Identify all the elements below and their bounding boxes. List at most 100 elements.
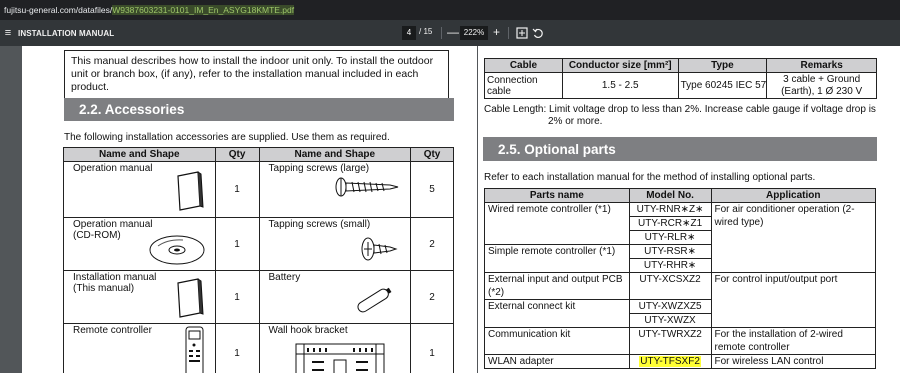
note-box: This manual describes how to install the… [64,50,449,99]
section-header: 2.2. Accessories [64,98,454,121]
accessories-table: Name and Shape Qty Name and Shape Qty Op… [63,147,454,373]
zoom-level-input[interactable]: 222% [460,26,488,40]
column-header: Type [677,58,768,73]
cable-remarks: 3 cable + Ground (Earth), 1 Ø 230 V [766,72,877,99]
toolbar-divider [441,27,442,39]
cable-name: Connection cable [484,72,563,99]
url-host: fujitsu-general.com/datafiles/ [4,5,113,15]
cable-table: Cable Conductor size [mm²] Type Remarks … [484,58,877,99]
pdf-toolbar: ≡ INSTALLATION MANUAL 4 / 15 — 222% + [0,20,900,46]
cable-length-note: Cable Length: Limit voltage drop to less… [484,104,876,127]
table-row: Operation manual (CD-ROM) 1 Tapping scre… [63,217,454,271]
qty-cell: 1 [214,217,260,271]
manual-booklet-drawing [177,278,204,318]
menu-icon[interactable]: ≡ [0,27,16,39]
model-number: UTY-XWZXZ5 [628,299,712,314]
qty-cell: 1 [214,161,260,218]
fit-page-icon[interactable] [516,27,528,39]
model-number: UTY-RNR∗Z∗ [628,202,712,217]
column-header: Application [710,188,876,203]
part-name: External connect kit [484,299,630,328]
column-header: Name and Shape [258,147,412,162]
table-row: Communication kit UTY-TWRXZ2 For the ins… [484,327,876,355]
column-header: Name and Shape [63,147,216,162]
optional-parts-intro: Refer to each installation manual for th… [484,172,816,183]
accessory-cell: Installation manual (This manual) [63,270,216,324]
application: For air conditioner operation (2-wired t… [710,202,876,273]
application: For control input/output port [710,272,876,328]
url-selected: W9387603231-0101_IM_En_ASYG18KMTE.pdf [112,5,295,15]
toolbar-divider [508,27,509,39]
conductor-size: 1.5 - 2.5 [561,72,679,99]
table-row: Remote controller 1 Wall hook bracket 1 [63,323,454,373]
qty-cell: 1 [214,323,260,373]
qty-cell: 1 [410,323,454,373]
model-number: UTY-RSR∗ [628,244,712,259]
part-name: External input and output PCB (*2) [484,272,630,300]
accessory-cell: Wall hook bracket [258,323,412,373]
address-bar[interactable]: fujitsu-general.com/datafiles/W938760323… [0,0,900,20]
table-row: Installation manual (This manual) 1 Batt… [63,270,454,324]
battery-drawing [356,287,391,313]
accessory-cell: Operation manual (CD-ROM) [63,217,216,271]
accessory-name: Tapping screws (large) [268,163,370,174]
section-header: 2.5. Optional parts [483,137,877,161]
part-name: WLAN adapter [484,354,630,369]
table-row: External input and output PCB (*2) UTY-X… [484,272,876,328]
qty-cell: 1 [214,270,260,324]
page-total: / 15 [419,27,433,36]
rotate-icon[interactable] [532,27,544,39]
accessory-name: Tapping screws (small) [268,219,371,230]
qty-cell: 5 [410,161,454,218]
accessory-cell: Remote controller [63,323,216,373]
part-name: Simple remote controller (*1) [484,244,630,273]
column-header: Qty [410,147,454,162]
column-header: Conductor size [mm²] [561,58,679,73]
accessory-cell: Tapping screws (small) [258,217,412,271]
pdf-page-right: Cable Conductor size [mm²] Type Remarks … [478,46,900,373]
small-screw-drawing [361,237,398,261]
column-header: Remarks [766,58,877,73]
accessory-cell: Battery [258,270,412,324]
zoom-out-button[interactable]: — [447,25,459,40]
model-number: UTY-RCR∗Z1 [628,216,712,231]
model-number: UTY-XWZX [628,313,712,328]
qty-cell: 2 [410,217,454,271]
accessory-name: Wall hook bracket [268,325,348,336]
remote-controller-drawing [185,326,204,373]
page-number-input[interactable]: 4 [402,26,416,40]
qty-cell: 2 [410,270,454,324]
accessory-cell: Tapping screws (large) [258,161,412,218]
model-number: UTY-XCSXZ2 [628,272,712,300]
accessory-name: Battery [268,272,301,283]
optional-parts-table: Parts name Model No. Application Wired r… [484,188,876,369]
pdf-page-left: This manual describes how to install the… [22,46,477,373]
search-highlight: UTY-TFSXF2 [639,356,701,367]
column-header: Cable [484,58,563,73]
cd-rom-drawing [149,235,205,265]
large-screw-drawing [335,177,398,197]
column-header: Qty [214,147,260,162]
part-name: Wired remote controller (*1) [484,202,630,245]
cable-type: Type 60245 IEC 57 [677,72,768,99]
part-name: Communication kit [484,327,630,355]
model-number: UTY-TFSXF2 [628,354,712,369]
document-title: INSTALLATION MANUAL [18,28,115,38]
model-number: UTY-RLR∗ [628,230,712,245]
table-header-row: Name and Shape Qty Name and Shape Qty [63,147,454,162]
model-number: UTY-TWRXZ2 [628,327,712,355]
table-row: WLAN adapter UTY-TFSXF2 For wireless LAN… [484,354,876,369]
column-header: Model No. [628,188,712,203]
table-row: Connection cable 1.5 - 2.5 Type 60245 IE… [484,72,877,99]
application: For the installation of 2-wired remote c… [710,327,876,355]
manual-booklet-drawing [177,171,204,211]
column-header: Parts name [484,188,630,203]
zoom-in-button[interactable]: + [493,25,500,40]
accessory-cell: Operation manual [63,161,216,218]
accessories-intro: The following installation accessories a… [64,132,390,143]
wall-hook-bracket-drawing [295,343,385,373]
table-row: Operation manual 1 Tapping screws (large… [63,161,454,218]
model-number: UTY-RHR∗ [628,258,712,273]
application: For wireless LAN control [710,354,876,369]
table-row: Wired remote controller (*1) UTY-RNR∗Z∗ … [484,202,876,273]
